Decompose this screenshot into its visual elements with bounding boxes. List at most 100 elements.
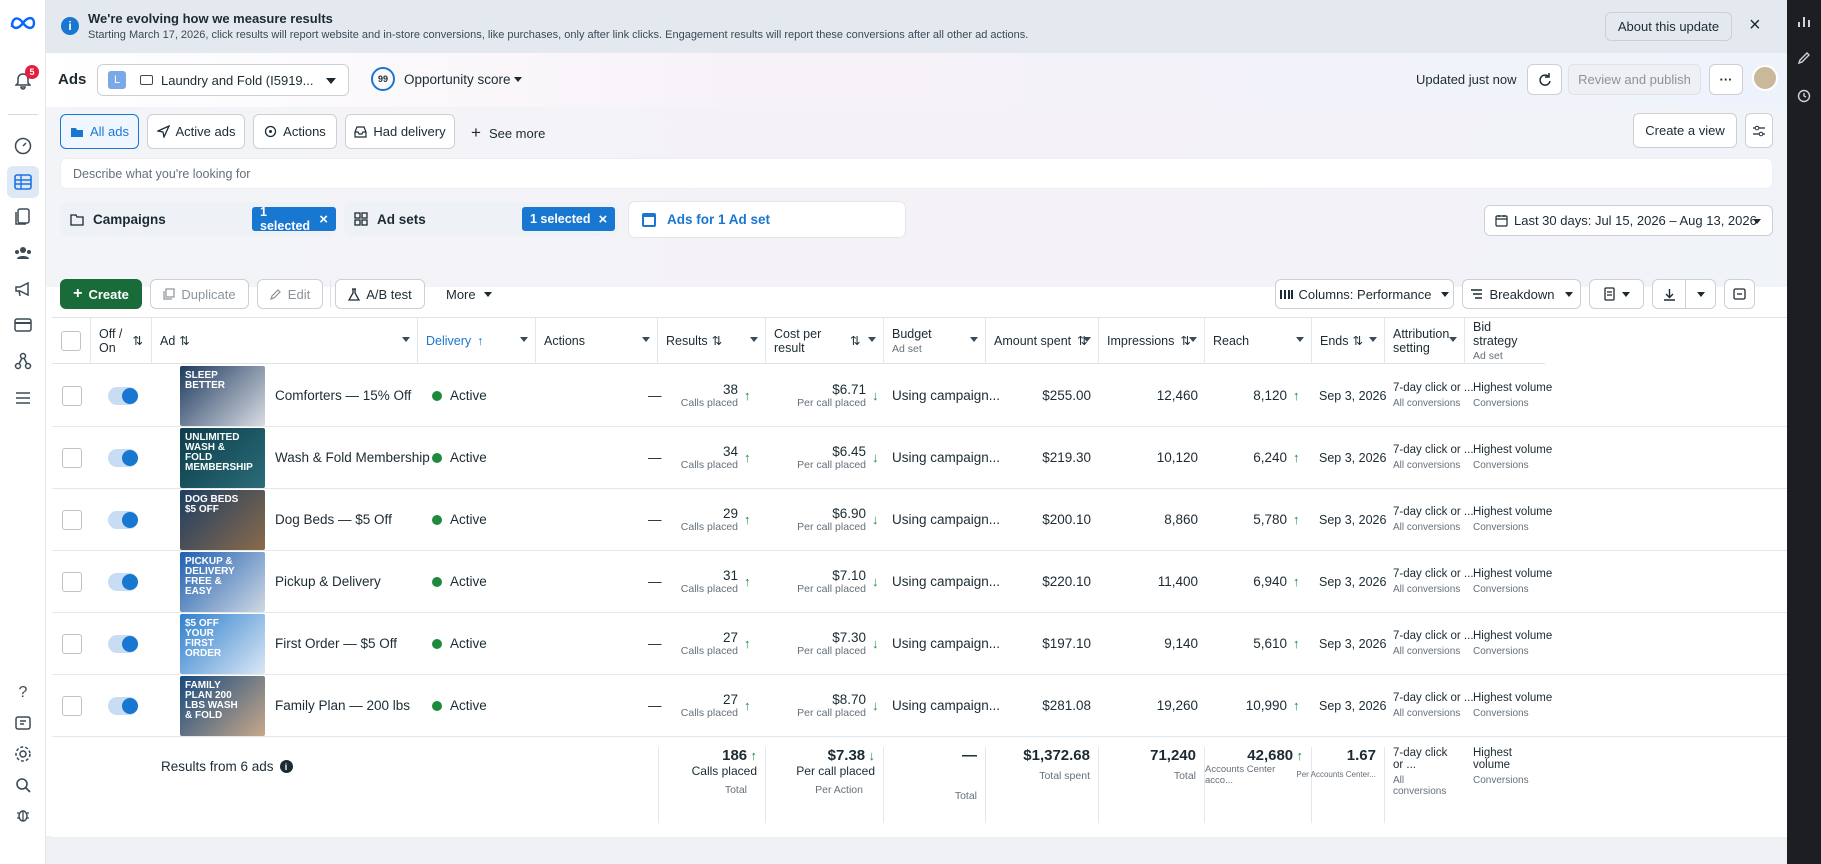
col-amount-spent[interactable]: Amount spent ⇅	[986, 318, 1099, 364]
table-row[interactable]: PICKUP & DELIVERY FREE & EASY Pickup & D…	[52, 551, 1787, 613]
ad-name[interactable]: Pickup & Delivery	[275, 551, 381, 612]
ad-name[interactable]: Dog Beds — $5 Off	[275, 489, 392, 550]
ad-thumbnail[interactable]: FAMILY PLAN 200 LBS WASH & FOLD	[180, 675, 265, 736]
date-range-picker[interactable]: Last 30 days: Jul 15, 2026 – Aug 13, 202…	[1484, 205, 1773, 236]
audiences-icon[interactable]	[12, 242, 34, 264]
feedback-icon[interactable]	[12, 712, 34, 734]
row-checkbox[interactable]	[62, 447, 82, 468]
chevron-down-icon[interactable]	[514, 77, 522, 82]
ad-thumbnail[interactable]: SLEEP BETTER	[180, 365, 265, 426]
table-row[interactable]: FAMILY PLAN 200 LBS WASH & FOLD Family P…	[52, 675, 1787, 737]
reports-button[interactable]	[1589, 279, 1644, 309]
export-dropdown[interactable]	[1685, 279, 1716, 309]
row-checkbox[interactable]	[62, 571, 82, 592]
select-all-checkbox[interactable]	[61, 330, 81, 351]
ad-name[interactable]: First Order — $5 Off	[275, 613, 397, 674]
view-settings-button[interactable]	[1745, 113, 1773, 148]
ad-on-off-toggle[interactable]	[108, 386, 138, 405]
chart-icon[interactable]	[1795, 12, 1813, 30]
row-checkbox[interactable]	[62, 509, 82, 530]
ad-sets-level-tab[interactable]: Ad sets 1 selected ×	[344, 202, 618, 236]
ab-test-button[interactable]: A/B test	[335, 279, 425, 309]
table-row[interactable]: DOG BEDS $5 OFF Dog Beds — $5 Off Active…	[52, 489, 1787, 551]
opportunity-score-label[interactable]: Opportunity score	[404, 72, 511, 87]
more-options-button[interactable]: ···	[1709, 64, 1743, 95]
billing-card-icon[interactable]	[12, 314, 34, 336]
ad-name[interactable]: Wash & Fold Membership	[275, 427, 430, 488]
breakdown-selector[interactable]: Breakdown	[1462, 279, 1581, 309]
adsets-selected-chip[interactable]: 1 selected ×	[522, 207, 616, 231]
about-update-button[interactable]: About this update	[1605, 12, 1732, 41]
row-checkbox[interactable]	[62, 633, 82, 654]
col-bid-strategy[interactable]: Bid strategy Ad set	[1465, 318, 1545, 364]
account-selector[interactable]: L Laundry and Fold (I5919...	[97, 64, 349, 96]
ad-on-off-toggle[interactable]	[108, 572, 138, 591]
ad-thumbnail[interactable]: $5 OFF YOUR FIRST ORDER	[180, 613, 265, 674]
search-input[interactable]: Describe what you're looking for	[60, 158, 1773, 189]
campaigns-megaphone-icon[interactable]	[12, 278, 34, 300]
tab-active-ads[interactable]: Active ads	[147, 114, 245, 149]
row-checkbox[interactable]	[62, 695, 82, 716]
expand-panel-button[interactable]	[1724, 279, 1755, 309]
col-ends[interactable]: Ends ⇅	[1312, 318, 1385, 364]
menu-icon[interactable]	[12, 387, 34, 409]
table-row[interactable]: $5 OFF YOUR FIRST ORDER First Order — $5…	[52, 613, 1787, 675]
ad-thumbnail[interactable]: PICKUP & DELIVERY FREE & EASY	[180, 551, 265, 612]
review-publish-button[interactable]: Review and publish	[1568, 64, 1701, 95]
row-checkbox[interactable]	[62, 385, 82, 406]
create-view-button[interactable]: Create a view	[1633, 113, 1737, 148]
table-row[interactable]: UNLIMITED WASH & FOLD MEMBERSHIP Wash & …	[52, 427, 1787, 489]
ad-name[interactable]: Comforters — 15% Off	[275, 365, 411, 426]
pages-icon[interactable]	[12, 206, 34, 228]
close-icon[interactable]: ×	[1749, 15, 1769, 36]
more-button[interactable]: More	[446, 287, 492, 302]
ads-manager-table-icon[interactable]	[7, 166, 39, 198]
ads-level-tab[interactable]: Ads for 1 Ad set	[628, 201, 906, 238]
duplicate-button[interactable]: Duplicate	[150, 279, 249, 309]
col-ad[interactable]: Ad ⇅	[152, 318, 418, 364]
select-all-header[interactable]	[52, 318, 91, 364]
export-button[interactable]	[1652, 279, 1686, 309]
col-results[interactable]: Results ⇅	[658, 318, 766, 364]
col-attribution-setting[interactable]: Attribution setting	[1385, 318, 1465, 364]
edit-pencil-icon[interactable]	[1795, 49, 1813, 67]
col-off-on[interactable]: Off / On ⇅	[91, 318, 152, 364]
columns-selector[interactable]: Columns: Performance	[1275, 279, 1454, 309]
ad-on-off-toggle[interactable]	[108, 696, 138, 715]
col-actions[interactable]: Actions	[536, 318, 658, 364]
notifications-icon[interactable]: 5	[12, 65, 39, 92]
col-cost-per-result[interactable]: Cost per result ⇅	[766, 318, 884, 364]
col-delivery[interactable]: Delivery ↑	[418, 318, 536, 364]
settings-gear-icon[interactable]	[12, 743, 34, 765]
business-tools-icon[interactable]	[12, 350, 34, 372]
close-icon[interactable]: ×	[319, 211, 328, 228]
ad-on-off-toggle[interactable]	[108, 448, 138, 467]
tab-actions[interactable]: Actions	[253, 114, 337, 149]
campaigns-selected-chip[interactable]: 1 selected ×	[252, 205, 336, 233]
dashboard-icon[interactable]	[12, 135, 34, 157]
campaigns-level-tab[interactable]: Campaigns 1 selected ×	[60, 202, 336, 236]
opportunity-score-badge[interactable]: 99	[371, 67, 395, 91]
ad-thumbnail[interactable]: DOG BEDS $5 OFF	[180, 489, 265, 550]
table-row[interactable]: SLEEP BETTER Comforters — 15% Off Active…	[52, 365, 1787, 427]
bug-report-icon[interactable]	[12, 804, 34, 826]
avatar[interactable]	[1752, 65, 1778, 91]
meta-logo-icon[interactable]	[9, 12, 37, 34]
ad-thumbnail[interactable]: UNLIMITED WASH & FOLD MEMBERSHIP	[180, 427, 265, 488]
ad-name[interactable]: Family Plan — 200 lbs	[275, 675, 410, 736]
search-icon[interactable]	[12, 774, 34, 796]
ad-on-off-toggle[interactable]	[108, 510, 138, 529]
col-reach[interactable]: Reach	[1205, 318, 1312, 364]
history-clock-icon[interactable]	[1795, 87, 1813, 105]
tab-had-delivery[interactable]: Had delivery	[345, 114, 455, 149]
refresh-button[interactable]	[1527, 64, 1562, 95]
tab-all-ads[interactable]: All ads	[60, 114, 139, 149]
see-more-button[interactable]: + See more	[471, 123, 545, 143]
col-budget[interactable]: Budget Ad set	[884, 318, 986, 364]
help-icon[interactable]: ?	[12, 682, 34, 704]
ad-on-off-toggle[interactable]	[108, 634, 138, 653]
edit-button[interactable]: Edit	[257, 279, 323, 309]
create-button[interactable]: + Create	[60, 279, 142, 309]
close-icon[interactable]: ×	[598, 211, 607, 228]
col-impressions[interactable]: Impressions ⇅	[1099, 318, 1205, 364]
